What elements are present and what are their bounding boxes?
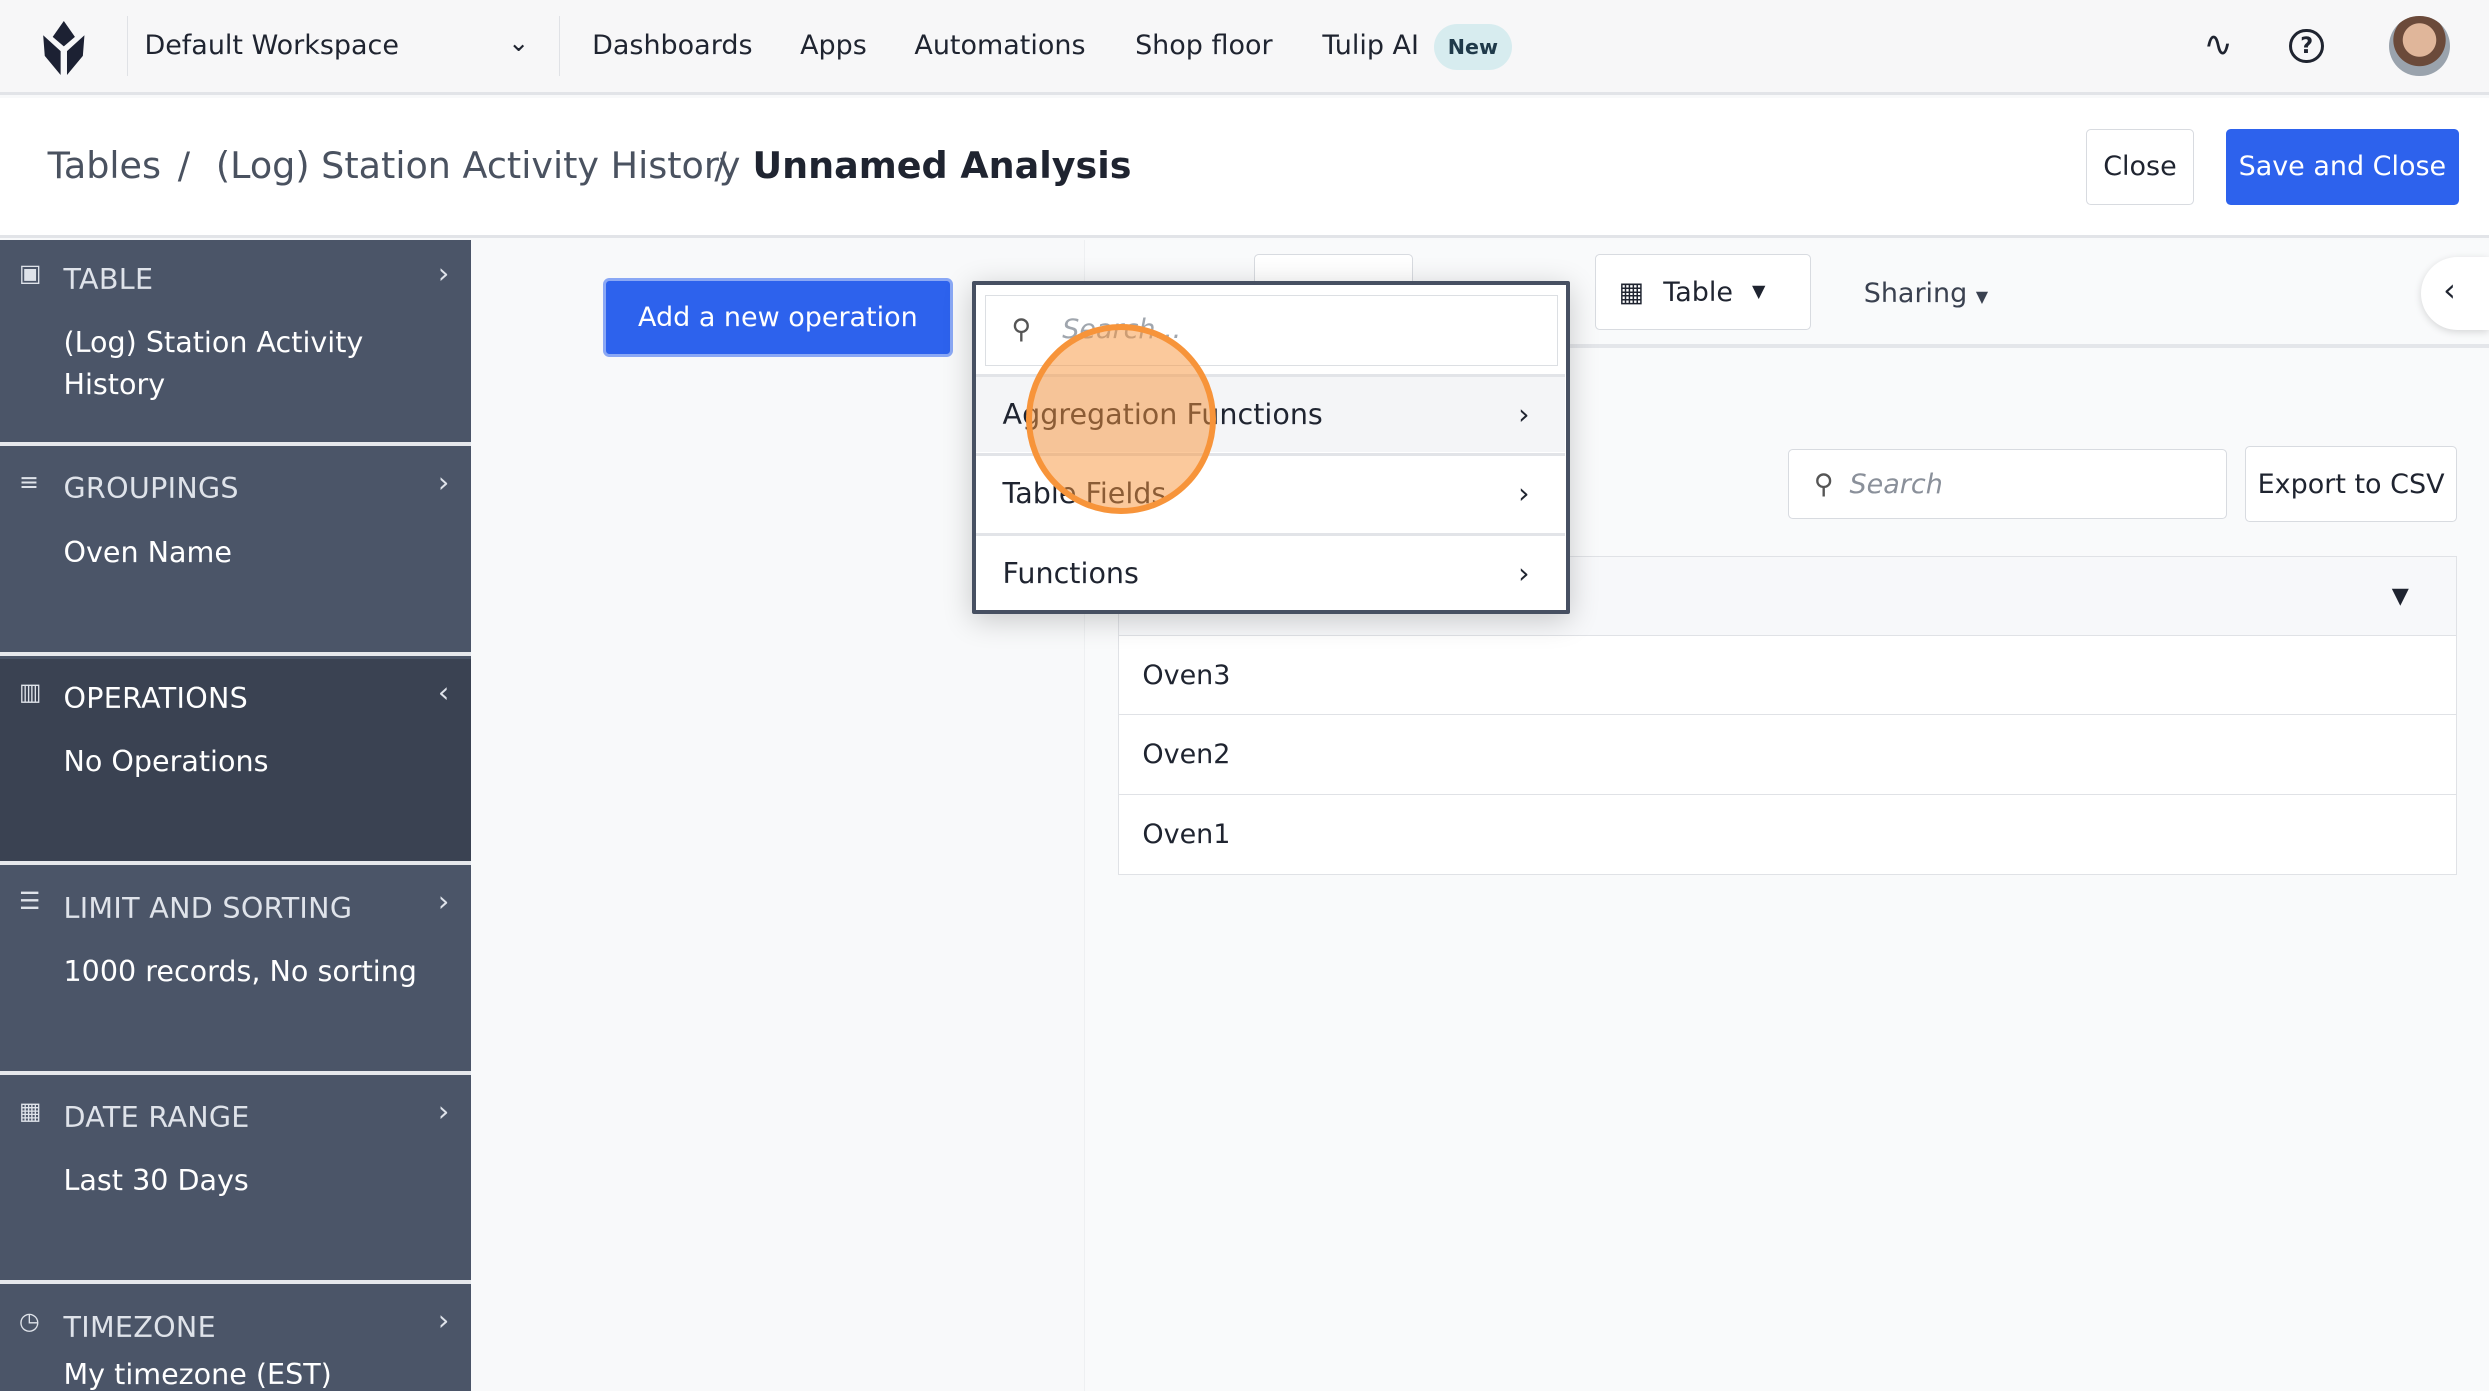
breadcrumb-table-name[interactable]: (Log) Station Activity History [216,144,741,187]
filter-icon: ☰ [19,887,40,915]
chevron-right-icon: › [438,884,449,918]
image-icon: ▣ [19,259,41,287]
section-title: GROUPINGS [64,471,239,505]
breadcrumb-separator: / [714,144,726,187]
collapse-panel-button[interactable]: ‹ [2421,257,2489,330]
tulip-logo-icon[interactable] [40,21,88,75]
nav-apps[interactable]: Apps [800,30,867,61]
breadcrumb-separator: / [178,144,190,187]
new-badge: New [1434,24,1513,70]
section-value: (Log) Station Activity History [64,322,445,405]
chevron-right-icon: › [438,1094,449,1128]
export-csv-button[interactable]: Export to CSV [2245,446,2458,522]
chevron-left-icon: ‹ [438,675,449,709]
section-value: My timezone (EST) [64,1360,445,1389]
avatar[interactable] [2389,16,2449,76]
visualization-type-label: Table [1663,277,1733,308]
chevron-down-icon[interactable]: ⌄ [508,27,529,57]
sidebar-section-groupings[interactable]: ≡ GROUPINGS › Oven Name [0,449,471,655]
nav-shop-floor[interactable]: Shop floor [1135,30,1272,61]
divider [559,16,560,76]
columns-icon: ▥ [19,678,41,706]
section-value: No Operations [64,741,445,782]
calendar-icon: ▦ [19,1097,41,1125]
sidebar-section-limit-sorting[interactable]: ☰ LIMIT AND SORTING › 1000 records, No sort… [0,868,471,1074]
list-icon: ≡ [19,468,39,496]
nav-automations[interactable]: Automations [914,30,1085,61]
menu-item-label: Functions [1003,556,1139,590]
divider [127,16,128,76]
add-operation-button[interactable]: Add a new operation [603,278,952,357]
sidebar-section-timezone[interactable]: ◷ TIMEZONE › My timezone (EST) [0,1287,471,1390]
table-row[interactable]: Oven1 [1118,794,2458,875]
sidebar-section-date-range[interactable]: ▦ DATE RANGE › Last 30 Days [0,1078,471,1284]
activity-icon[interactable]: ∿ [2203,25,2232,65]
section-title: DATE RANGE [64,1100,250,1134]
sort-caret-icon[interactable]: ▼ [2392,557,2409,636]
section-title: TIMEZONE [64,1310,216,1344]
sidebar-section-table[interactable]: ▣ TABLE › (Log) Station Activity History [0,240,471,446]
chevron-right-icon: › [438,465,449,499]
sidebar-section-operations[interactable]: ▥ OPERATIONS ‹ No Operations [0,659,471,865]
section-value: 1000 records, No sorting [64,951,445,992]
click-highlight-indicator [1026,324,1217,515]
chevron-right-icon: › [1518,536,1529,611]
chevron-right-icon: › [1518,456,1529,531]
save-and-close-button[interactable]: Save and Close [2226,129,2459,205]
chevron-right-icon: › [1518,377,1529,452]
workspace-selector[interactable]: Default Workspace [144,30,399,61]
table-icon: ▦ [1619,277,1644,308]
page-title: Unnamed Analysis [752,144,1131,187]
section-title: OPERATIONS [64,681,249,715]
search-icon: ⚲ [1814,469,1834,500]
caret-down-icon: ▼ [1752,282,1765,302]
menu-item-functions[interactable]: Functions › [976,533,1565,611]
chevron-right-icon: › [438,256,449,290]
section-title: TABLE [64,262,154,296]
search-placeholder: Search [1850,469,1943,500]
search-icon: ⚲ [1011,296,1031,364]
sharing-dropdown[interactable]: Sharing ▼ [1864,278,1988,309]
section-value: Oven Name [64,532,445,573]
nav-dashboards[interactable]: Dashboards [592,30,752,61]
results-search-input[interactable]: ⚲ Search [1788,449,2228,519]
sidebar: ▣ TABLE › (Log) Station Activity History ≡ G… [0,240,471,1391]
nav-tulip-ai[interactable]: Tulip AI [1322,30,1419,61]
caret-down-icon: ▼ [1976,287,1988,306]
table-row[interactable]: Oven2 [1118,714,2458,795]
section-value: Last 30 Days [64,1160,445,1201]
clock-icon: ◷ [19,1307,40,1335]
close-button[interactable]: Close [2086,129,2194,205]
table-row[interactable]: Oven3 [1118,635,2458,716]
visualization-type-select[interactable]: ▦ Table ▼ [1595,254,1811,330]
section-title: LIMIT AND SORTING [64,891,353,925]
sharing-label: Sharing [1864,278,1968,309]
chevron-right-icon: › [438,1303,449,1337]
breadcrumb-tables[interactable]: Tables [48,144,161,187]
